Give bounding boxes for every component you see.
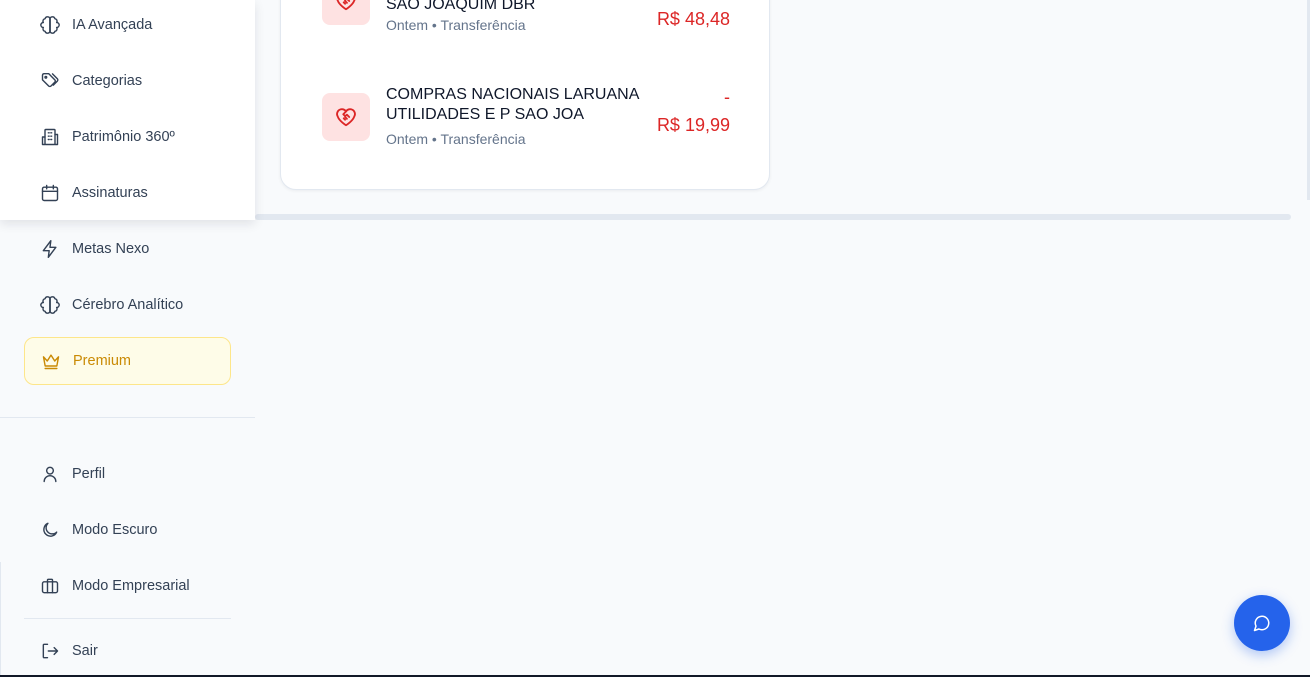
transaction-amount: R$ 48,48 (656, 9, 730, 29)
sidebar-item-metas-nexo[interactable]: Metas Nexo (24, 225, 231, 273)
sidebar-dropdown-panel: IA Avançada Categorias Patrimônio 360º A… (0, 0, 255, 220)
sidebar-item-perfil[interactable]: Perfil (24, 450, 231, 498)
transaction-title: SAO JOAQUIM DBR (386, 0, 536, 13)
logout-icon (39, 640, 61, 662)
transactions-card: SAO JOAQUIM DBR Ontem • Transferência R$… (280, 0, 770, 190)
sidebar-item-label: IA Avançada (72, 17, 153, 33)
sidebar-item-patrimonio[interactable]: Patrimônio 360º (24, 113, 231, 161)
heart-handshake-icon (322, 93, 370, 141)
transaction-row[interactable]: SAO JOAQUIM DBR Ontem • Transferência R$… (322, 0, 730, 37)
sidebar-item-label: Metas Nexo (72, 241, 150, 257)
logout-label: Sair (72, 643, 98, 659)
sidebar-item-label: Categorias (72, 73, 143, 89)
sidebar: IA Avançada Categorias Patrimônio 360º A… (0, 0, 255, 677)
sidebar-item-modo-escuro[interactable]: Modo Escuro (24, 506, 231, 554)
sidebar-item-premium[interactable]: Premium (24, 337, 231, 385)
sidebar-item-modo-empresarial[interactable]: Modo Empresarial (24, 562, 231, 610)
transaction-meta: Ontem • Transferência (386, 17, 526, 33)
tags-icon (39, 70, 61, 92)
zap-icon (39, 238, 61, 260)
transaction-amount: R$ 19,99 (656, 115, 730, 135)
brain-icon (39, 14, 61, 36)
sidebar-item-label: Cérebro Analítico (72, 297, 184, 313)
building-icon (39, 126, 61, 148)
sidebar-item-label: Premium (73, 353, 132, 369)
sidebar-item-label: Modo Escuro (72, 522, 158, 538)
sidebar-item-assinaturas[interactable]: Assinaturas (24, 169, 231, 217)
briefcase-icon (39, 575, 61, 597)
moon-icon (39, 519, 61, 541)
transaction-meta: Ontem • Transferência (386, 131, 526, 147)
calendar-icon (39, 182, 61, 204)
sidebar-edge (0, 562, 1, 677)
message-circle-icon (1253, 614, 1271, 632)
transaction-amount-sign: - (724, 87, 730, 107)
transaction-title: COMPRAS NACIONAIS LARUANA UTILIDADES E P… (386, 86, 639, 123)
logout-button[interactable]: Sair (24, 627, 231, 675)
sidebar-divider (0, 417, 255, 418)
user-icon (39, 463, 61, 485)
sidebar-item-label: Modo Empresarial (72, 578, 190, 594)
sidebar-divider-logout (24, 618, 231, 619)
sidebar-item-categorias[interactable]: Categorias (24, 57, 231, 105)
transaction-row[interactable]: COMPRAS NACIONAIS LARUANA UTILIDADES E P… (322, 86, 730, 147)
sidebar-item-cerebro-analitico[interactable]: Cérebro Analítico (24, 281, 231, 329)
crown-icon (40, 350, 62, 372)
sidebar-item-label: Assinaturas (72, 185, 148, 201)
horizontal-scrollbar[interactable] (255, 214, 1291, 220)
brain-icon (39, 294, 61, 316)
sidebar-item-label: Perfil (72, 466, 106, 482)
heart-handshake-icon (322, 0, 370, 25)
sidebar-item-ia-avancada[interactable]: IA Avançada (24, 1, 231, 49)
chat-button[interactable] (1234, 595, 1290, 651)
sidebar-item-label: Patrimônio 360º (72, 129, 175, 145)
